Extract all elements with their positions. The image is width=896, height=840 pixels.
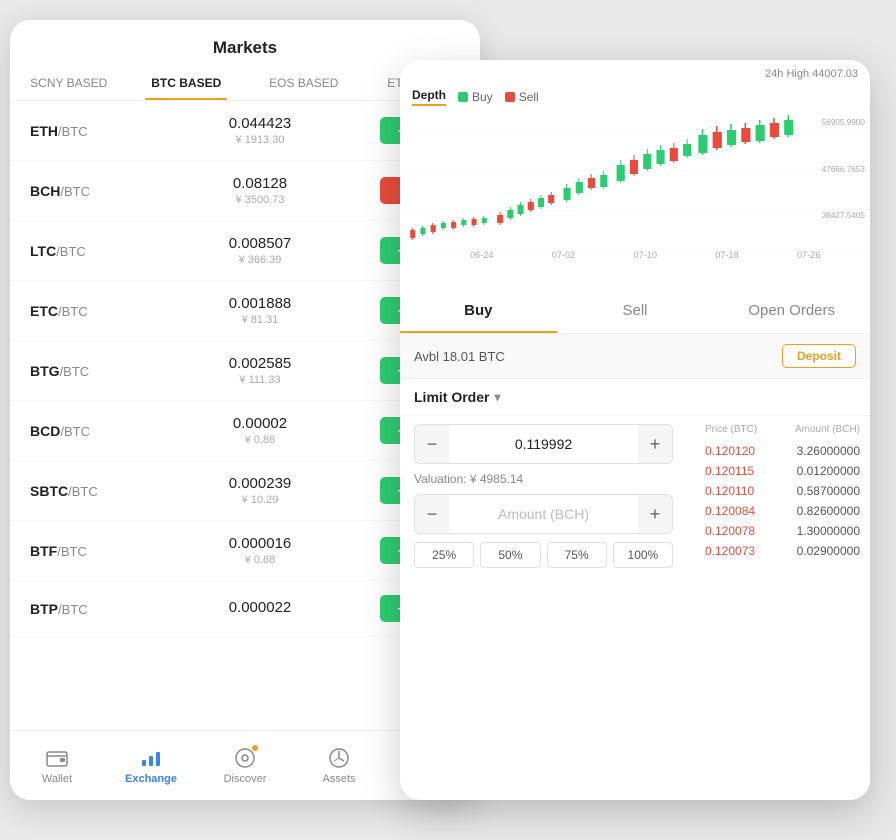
- nav-item-discover[interactable]: Discover: [198, 731, 292, 800]
- legend-buy: Buy: [458, 90, 493, 104]
- chart-area: 24h High 44007.03 Depth Buy Sell: [400, 60, 870, 290]
- wallet-icon: [45, 746, 69, 770]
- amount-increment-button[interactable]: +: [638, 495, 672, 533]
- market-pair-bch: BCH/BTC: [30, 183, 140, 199]
- market-pair-btf: BTF/BTC: [30, 543, 140, 559]
- tab-eos[interactable]: EOS BASED: [245, 68, 363, 100]
- market-price-bch: 0.08128 ¥ 3500.73: [140, 175, 380, 206]
- percent-row: 25% 50% 75% 100%: [414, 542, 673, 568]
- tab-sell[interactable]: Sell: [557, 290, 714, 333]
- svg-text:07-02: 07-02: [552, 250, 575, 258]
- amount-decrement-button[interactable]: −: [415, 495, 449, 533]
- nav-item-exchange[interactable]: Exchange: [104, 731, 198, 800]
- market-pair-etc: ETC/BTC: [30, 303, 140, 319]
- ob-row-0: 0.120120 3.26000000: [705, 441, 860, 461]
- nav-item-wallet[interactable]: Wallet: [10, 731, 104, 800]
- market-pair-bcd: BCD/BTC: [30, 423, 140, 439]
- price-input[interactable]: [449, 425, 638, 463]
- order-book-header: Price (BTC) Amount (BCH): [705, 420, 860, 441]
- price-input-row: − +: [414, 424, 673, 464]
- market-pair-ltc: LTC/BTC: [30, 243, 140, 259]
- exchange-icon: [139, 746, 163, 770]
- trading-panel: 24h High 44007.03 Depth Buy Sell: [400, 60, 870, 800]
- market-price-sbtc: 0.000239 ¥ 10.29: [140, 475, 380, 506]
- market-price-btf: 0.000016 ¥ 0.68: [140, 535, 380, 566]
- market-pair-eth: ETH/BTC: [30, 123, 140, 139]
- ob-row-5: 0.120073 0.02900000: [705, 541, 860, 561]
- deposit-button[interactable]: Deposit: [782, 344, 856, 368]
- pct-50-button[interactable]: 50%: [480, 542, 540, 568]
- svg-text:56905.9900: 56905.9900: [822, 118, 866, 127]
- svg-text:07-18: 07-18: [715, 250, 738, 258]
- ob-row-2: 0.120110 0.58700000: [705, 481, 860, 501]
- amount-input-row: − +: [414, 494, 673, 534]
- screen-container: Markets SCNY BASED BTC BASED EOS BASED E…: [0, 0, 896, 840]
- nav-item-assets[interactable]: Assets: [292, 731, 386, 800]
- svg-text:47666.7653: 47666.7653: [822, 165, 866, 174]
- tab-buy[interactable]: Buy: [400, 290, 557, 333]
- markets-title: Markets: [10, 20, 480, 58]
- chart-svg: 06-24 07-02 07-10 07-18 07-26 56905.9900…: [400, 110, 870, 260]
- market-pair-btp: BTP/BTC: [30, 601, 140, 617]
- price-increment-button[interactable]: +: [638, 425, 672, 463]
- trade-tabs: Buy Sell Open Orders: [400, 290, 870, 334]
- market-pair-btg: BTG/BTC: [30, 363, 140, 379]
- market-price-etc: 0.001888 ¥ 81.31: [140, 295, 380, 326]
- order-type-selector[interactable]: Limit Order ▾: [400, 379, 870, 416]
- chevron-down-icon: ▾: [494, 390, 500, 404]
- trade-form-area: − + Valuation: ¥ 4985.14 − + 25% 50% 75%: [400, 416, 870, 576]
- order-book: Price (BTC) Amount (BCH) 0.120120 3.2600…: [695, 416, 870, 576]
- pct-25-button[interactable]: 25%: [414, 542, 474, 568]
- pct-100-button[interactable]: 100%: [613, 542, 673, 568]
- market-price-eth: 0.044423 ¥ 1913.30: [140, 115, 380, 146]
- avbl-text: Avbl 18.01 BTC: [414, 349, 505, 364]
- market-price-btp: 0.000022: [140, 599, 380, 618]
- chart-toolbar: Depth Buy Sell: [400, 84, 870, 110]
- discover-icon: [233, 746, 257, 770]
- price-decrement-button[interactable]: −: [415, 425, 449, 463]
- amount-input[interactable]: [449, 495, 638, 533]
- ob-row-4: 0.120078 1.30000000: [705, 521, 860, 541]
- depth-btn[interactable]: Depth: [412, 88, 446, 106]
- market-price-bcd: 0.00002 ¥ 0.86: [140, 415, 380, 446]
- svg-text:07-26: 07-26: [797, 250, 820, 258]
- market-price-ltc: 0.008507 ¥ 366.39: [140, 235, 380, 266]
- nav-label-assets: Assets: [322, 773, 355, 785]
- nav-label-exchange: Exchange: [125, 773, 177, 785]
- svg-text:07-10: 07-10: [633, 250, 656, 258]
- chart-info-bar: 24h High 44007.03: [400, 68, 870, 80]
- market-pair-sbtc: SBTC/BTC: [30, 483, 140, 499]
- tab-scny[interactable]: SCNY BASED: [10, 68, 128, 100]
- tab-open-orders[interactable]: Open Orders: [713, 290, 870, 333]
- assets-icon: [327, 746, 351, 770]
- pct-75-button[interactable]: 75%: [547, 542, 607, 568]
- trade-inputs: − + Valuation: ¥ 4985.14 − + 25% 50% 75%: [400, 416, 687, 576]
- svg-text:38427.5405: 38427.5405: [822, 211, 866, 220]
- legend-sell: Sell: [505, 90, 539, 104]
- svg-text:06-24: 06-24: [470, 250, 493, 258]
- ob-row-1: 0.120115 0.01200000: [705, 461, 860, 481]
- market-price-btg: 0.002585 ¥ 111.33: [140, 355, 380, 386]
- nav-label-wallet: Wallet: [42, 773, 72, 785]
- trade-avbl-bar: Avbl 18.01 BTC Deposit: [400, 334, 870, 379]
- valuation-text: Valuation: ¥ 4985.14: [414, 472, 673, 494]
- tab-btc[interactable]: BTC BASED: [128, 68, 246, 100]
- ob-row-3: 0.120084 0.82600000: [705, 501, 860, 521]
- nav-label-discover: Discover: [224, 773, 267, 785]
